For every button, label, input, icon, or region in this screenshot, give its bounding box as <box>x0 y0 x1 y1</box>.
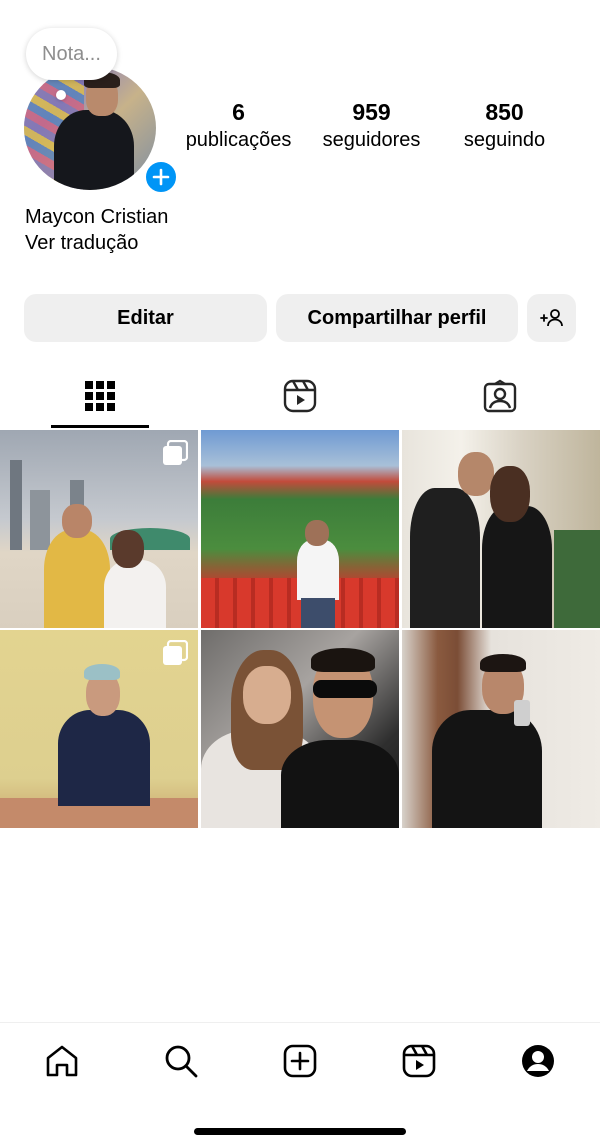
tab-reels[interactable] <box>200 364 400 428</box>
stat-posts-label: publicações <box>185 129 292 151</box>
person-shape <box>482 506 552 628</box>
post-thumbnail-5[interactable] <box>201 630 399 828</box>
note-placeholder: Nota... <box>42 42 101 65</box>
phone-shape <box>514 700 530 726</box>
translate-link[interactable]: Ver tradução <box>25 230 138 256</box>
profile-stats: 6 publicações 959 seguidores 850 seguind… <box>172 98 572 158</box>
create-icon <box>283 1044 317 1078</box>
reels-icon <box>283 379 317 413</box>
person-shape <box>104 560 166 628</box>
person-shape <box>410 488 480 628</box>
person-legs-shape <box>301 598 335 628</box>
tab-posts[interactable] <box>0 364 200 428</box>
person-shape <box>432 710 542 828</box>
person-shape <box>297 540 339 600</box>
add-person-icon <box>539 309 563 327</box>
multiple-photos-icon <box>163 440 188 465</box>
post-thumbnail-3[interactable] <box>402 430 600 628</box>
edit-profile-button[interactable]: Editar <box>24 294 267 342</box>
active-tab-indicator <box>51 425 149 428</box>
stat-posts[interactable]: 6 publicações <box>172 98 305 158</box>
profile-tabs <box>0 364 600 428</box>
profile-actions: Editar Compartilhar perfil <box>24 294 576 342</box>
avatar[interactable] <box>24 66 156 190</box>
post-thumbnail-1[interactable] <box>0 430 198 628</box>
home-indicator[interactable] <box>194 1128 406 1135</box>
add-story-button[interactable] <box>142 158 180 196</box>
person-hair-shape <box>480 654 526 672</box>
profile-icon <box>522 1045 554 1077</box>
person-shape <box>44 530 110 628</box>
person-shape <box>281 740 399 828</box>
avatar-person-body <box>54 110 134 190</box>
stat-following-label: seguindo <box>463 129 546 151</box>
post-thumbnail-6[interactable] <box>402 630 600 828</box>
sunglasses-shape <box>313 680 377 698</box>
discover-people-button[interactable] <box>527 294 576 342</box>
headscarf-shape <box>84 664 120 680</box>
nav-create[interactable] <box>270 1039 330 1083</box>
nav-profile[interactable] <box>508 1039 568 1083</box>
profile-header: Nota... 6 publicações 959 seguidores 850… <box>0 0 600 280</box>
stat-following-value: 850 <box>485 99 524 125</box>
stat-followers-value: 959 <box>352 99 391 125</box>
posts-grid <box>0 430 600 828</box>
plant-shape <box>554 530 600 628</box>
reels-icon <box>402 1044 436 1078</box>
stat-following[interactable]: 850 seguindo <box>438 98 571 158</box>
nav-home[interactable] <box>32 1039 92 1083</box>
search-icon <box>165 1045 198 1078</box>
plus-icon <box>152 168 170 186</box>
building-shape <box>30 490 50 550</box>
person-head-shape <box>243 666 291 724</box>
post-thumbnail-4[interactable] <box>0 630 198 828</box>
note-bubble-tail <box>56 90 66 100</box>
person-head-shape <box>458 452 494 496</box>
building-shape <box>10 460 22 550</box>
home-icon <box>46 1045 78 1077</box>
note-bubble[interactable]: Nota... <box>26 28 117 80</box>
person-hair-shape <box>490 466 530 522</box>
tab-tagged[interactable] <box>400 364 600 428</box>
grid-icon <box>85 381 115 411</box>
stat-followers[interactable]: 959 seguidores <box>305 98 438 158</box>
tagged-icon <box>483 379 517 413</box>
person-head-shape <box>62 504 92 538</box>
person-shape <box>58 710 150 806</box>
person-head-shape <box>112 530 144 568</box>
nav-reels[interactable] <box>389 1039 449 1083</box>
profile-name: Maycon Cristian <box>25 206 169 228</box>
stat-followers-label: seguidores <box>322 129 421 151</box>
avatar-container[interactable] <box>24 66 180 196</box>
post-thumbnail-2[interactable] <box>201 430 399 628</box>
person-hair-shape <box>311 648 375 672</box>
multiple-photos-icon <box>163 640 188 665</box>
nav-search[interactable] <box>151 1039 211 1083</box>
share-profile-button[interactable]: Compartilhar perfil <box>276 294 518 342</box>
stat-posts-value: 6 <box>232 99 245 125</box>
person-head-shape <box>305 520 329 546</box>
